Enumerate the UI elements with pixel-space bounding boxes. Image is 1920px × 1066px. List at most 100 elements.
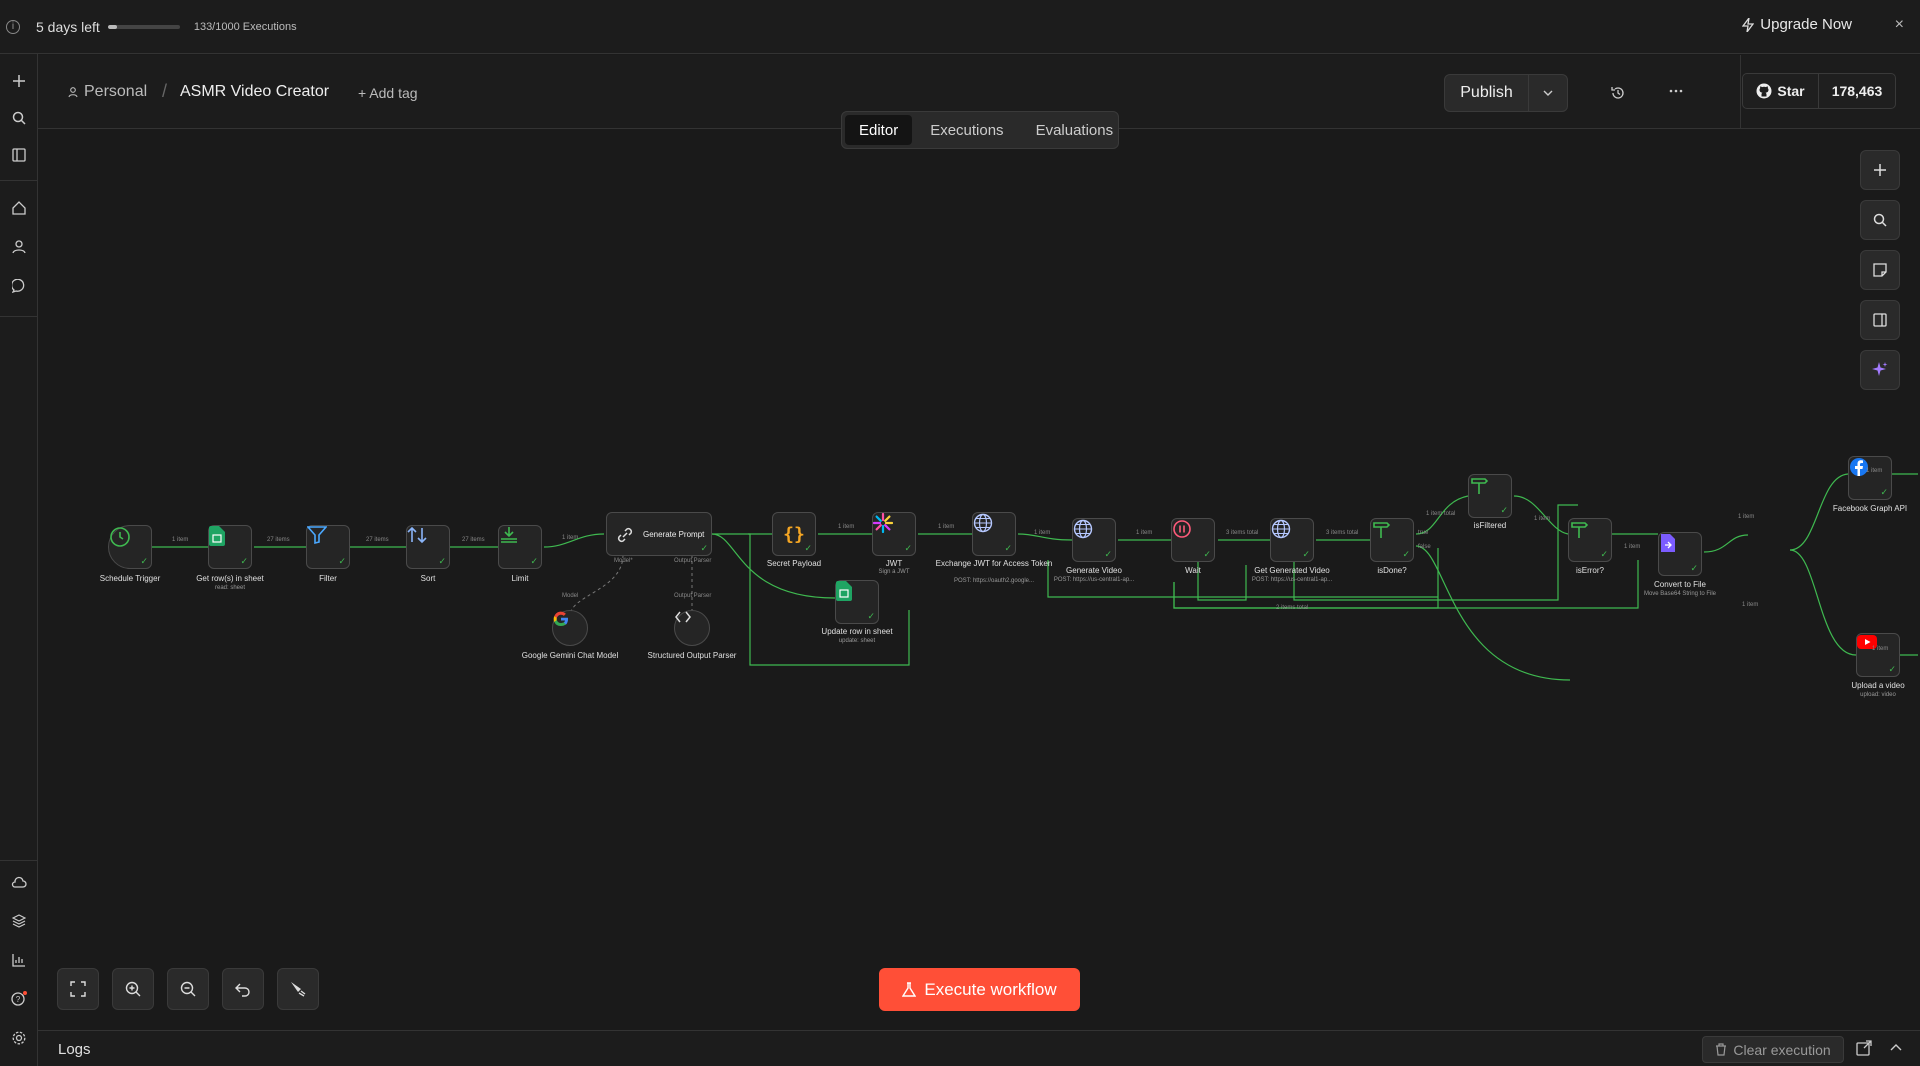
node-update-row[interactable]: ✓ [835, 580, 879, 624]
node-get-generated-video[interactable]: ✓ [1270, 518, 1314, 562]
node-exchange-jwt[interactable]: ✓ [972, 512, 1016, 556]
node-schedule-trigger[interactable]: ✓ [108, 525, 152, 569]
if-icon [1373, 522, 1391, 538]
node-get-rows[interactable]: ✓ [208, 525, 252, 569]
edge-label: 3 items total [1326, 530, 1359, 536]
node-convert-to-file[interactable]: ✓ [1658, 532, 1702, 576]
edge-label: 1 item [1742, 602, 1759, 608]
add-tag-button[interactable]: + Add tag [358, 85, 418, 101]
note-icon [1873, 263, 1887, 277]
edge-label: Output Parser [674, 593, 712, 599]
lightning-icon [1742, 17, 1755, 32]
toggle-panel-button[interactable] [1860, 300, 1900, 340]
node-subtitle: POST: https://us-central1-ap... [1251, 577, 1333, 583]
personal-icon[interactable] [6, 234, 32, 260]
close-banner-button[interactable]: × [1895, 16, 1904, 34]
sidebar-toggle-icon[interactable] [6, 142, 32, 168]
edge-label: true [1418, 530, 1429, 536]
edge-label: Output Parser [674, 558, 712, 564]
sticky-note-button[interactable] [1860, 250, 1900, 290]
node-label: isFiltered [1473, 521, 1507, 530]
cloud-icon[interactable] [6, 869, 32, 895]
execute-workflow-button[interactable]: Execute workflow [879, 968, 1080, 1011]
node-is-done[interactable]: ✓ [1370, 518, 1414, 562]
zoom-in-button[interactable] [112, 968, 154, 1010]
link-icon [617, 527, 633, 543]
node-generate-video[interactable]: ✓ [1072, 518, 1116, 562]
limit-icon [501, 527, 517, 543]
node-output-parser[interactable] [674, 610, 710, 646]
google-sheets-icon [209, 526, 225, 546]
node-label: Update row in sheet [821, 627, 893, 636]
edge-label: Model [562, 593, 579, 599]
node-label: Upload a video [1851, 681, 1905, 690]
node-facebook[interactable]: ✓ [1848, 456, 1892, 500]
github-star-button[interactable]: Star 178,463 [1742, 73, 1896, 109]
node-jwt[interactable]: ✓ [872, 512, 916, 556]
braces-icon: {} [783, 523, 805, 545]
node-label: Generate Prompt [643, 530, 705, 539]
pause-icon [1173, 520, 1191, 538]
brush-icon [291, 982, 306, 997]
more-options-button[interactable] [1664, 79, 1688, 103]
upgrade-now-button[interactable]: Upgrade Now [1742, 16, 1852, 33]
plus-icon[interactable] [6, 68, 32, 94]
publish-button[interactable]: Publish [1445, 75, 1529, 111]
github-icon [1756, 83, 1772, 99]
zoom-out-button[interactable] [167, 968, 209, 1010]
edge-label: 3 items total [1226, 530, 1259, 536]
insights-icon[interactable] [6, 947, 32, 973]
edge-label: 1 item total [1426, 511, 1456, 517]
github-star[interactable]: Star [1743, 74, 1819, 108]
node-subtitle: read: sheet [214, 585, 246, 591]
edge-label: Model* [614, 558, 633, 564]
node-upload-video[interactable]: ✓ [1856, 633, 1900, 677]
expand-logs-button[interactable] [1890, 1038, 1902, 1054]
add-node-button[interactable] [1860, 150, 1900, 190]
publish-button-group: Publish [1444, 74, 1568, 112]
workflow-canvas[interactable]: ✓ Schedule Trigger ✓ Get row(s) in sheet… [38, 130, 1920, 1030]
google-sheets-icon [836, 581, 852, 601]
node-wait[interactable]: ✓ [1171, 518, 1215, 562]
clear-execution-button[interactable]: Clear execution [1702, 1036, 1844, 1063]
search-nodes-button[interactable] [1860, 200, 1900, 240]
node-sort[interactable]: ✓ [406, 525, 450, 569]
node-secret-payload[interactable]: {} ✓ [772, 512, 816, 556]
fit-view-icon [70, 981, 86, 997]
trial-days-left: 5 days left [36, 18, 100, 35]
node-is-error[interactable]: ✓ [1568, 518, 1612, 562]
workflow-history-button[interactable] [1606, 81, 1630, 105]
node-limit[interactable]: ✓ [498, 525, 542, 569]
workflow-title[interactable]: ASMR Video Creator [180, 83, 329, 101]
chat-icon[interactable] [6, 273, 32, 299]
publish-dropdown-button[interactable] [1529, 75, 1567, 111]
node-subtitle: Sign a JWT [878, 569, 910, 575]
undo-button[interactable] [222, 968, 264, 1010]
templates-icon[interactable] [6, 908, 32, 934]
settings-icon[interactable] [6, 1025, 32, 1051]
node-subtitle: POST: https://us-central1-ap... [1053, 577, 1135, 583]
node-gemini[interactable] [552, 610, 588, 646]
node-label: Structured Output Parser [647, 651, 737, 660]
edge-label: 27 items [366, 537, 389, 543]
trial-banner: i 5 days left 133/1000 Executions Upgrad… [0, 0, 1920, 54]
history-icon [1611, 87, 1624, 99]
pop-out-logs-button[interactable] [1856, 1040, 1874, 1058]
search-icon [1873, 213, 1887, 227]
tidy-up-button[interactable] [277, 968, 319, 1010]
search-icon[interactable] [6, 105, 32, 131]
node-generate-prompt[interactable]: Generate Prompt ✓ [606, 512, 712, 556]
breadcrumb-personal[interactable]: Personal [68, 83, 147, 101]
clear-execution-label: Clear execution [1733, 1041, 1831, 1058]
connection [1789, 549, 1857, 656]
sort-icon [407, 526, 427, 544]
node-filter[interactable]: ✓ [306, 525, 350, 569]
breadcrumb-personal-label: Personal [84, 83, 148, 100]
help-icon[interactable]: ? [6, 986, 32, 1012]
logs-toggle[interactable]: Logs [58, 1041, 91, 1058]
home-icon[interactable] [6, 195, 32, 221]
zoom-to-fit-button[interactable] [57, 968, 99, 1010]
node-subtitle: Move Base64 String to File [1643, 591, 1717, 597]
ai-assistant-button[interactable] [1860, 350, 1900, 390]
node-is-filtered[interactable]: ✓ [1468, 474, 1512, 518]
